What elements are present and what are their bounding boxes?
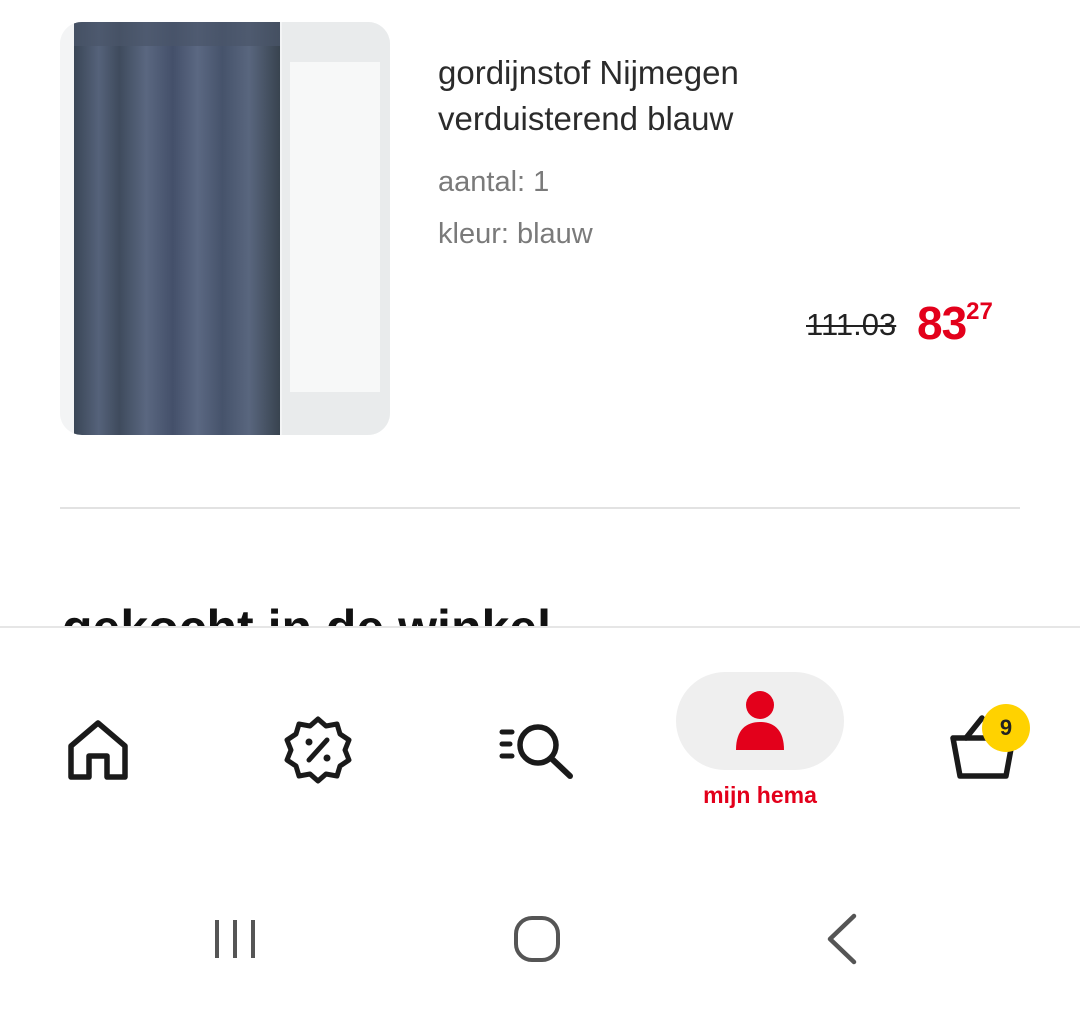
new-price-integer: 83 bbox=[917, 297, 967, 349]
product-quantity: aantal: 1 bbox=[438, 166, 550, 198]
back-button[interactable] bbox=[822, 912, 862, 971]
home-circle-icon bbox=[514, 916, 560, 962]
discount-icon bbox=[284, 716, 352, 784]
product-title-line1: gordijnstof Nijmegen bbox=[438, 54, 739, 91]
system-home-button[interactable] bbox=[512, 914, 562, 969]
recent-apps-icon bbox=[215, 920, 255, 958]
home-icon bbox=[68, 720, 128, 780]
product-image[interactable] bbox=[60, 22, 390, 435]
new-price-decimals: 27 bbox=[966, 298, 993, 325]
account-pill bbox=[676, 672, 844, 770]
product-title-line2: verduisterend blauw bbox=[438, 100, 734, 137]
nav-account[interactable]: mijn hema bbox=[676, 672, 844, 812]
product-title[interactable]: gordijnstof Nijmegen verduisterend blauw bbox=[438, 50, 998, 142]
product-color: kleur: blauw bbox=[438, 218, 593, 250]
section-heading: gekocht in de winkel bbox=[62, 600, 551, 628]
nav-deals[interactable] bbox=[282, 714, 354, 786]
recent-apps-button[interactable] bbox=[212, 916, 258, 967]
nav-search[interactable] bbox=[498, 718, 578, 784]
basket-count-badge: 9 bbox=[982, 704, 1030, 752]
bottom-nav: mijn hema 9 bbox=[0, 626, 1080, 868]
nav-home[interactable] bbox=[64, 716, 132, 784]
account-label: mijn hema bbox=[703, 782, 817, 808]
divider bbox=[60, 507, 1020, 509]
new-price: 8327 bbox=[917, 296, 993, 350]
system-nav bbox=[0, 866, 1080, 1010]
old-price: 111.03 bbox=[806, 307, 897, 342]
user-icon bbox=[736, 691, 784, 750]
curtain-photo bbox=[60, 22, 390, 435]
back-icon bbox=[827, 913, 857, 965]
search-list-icon bbox=[499, 724, 573, 779]
